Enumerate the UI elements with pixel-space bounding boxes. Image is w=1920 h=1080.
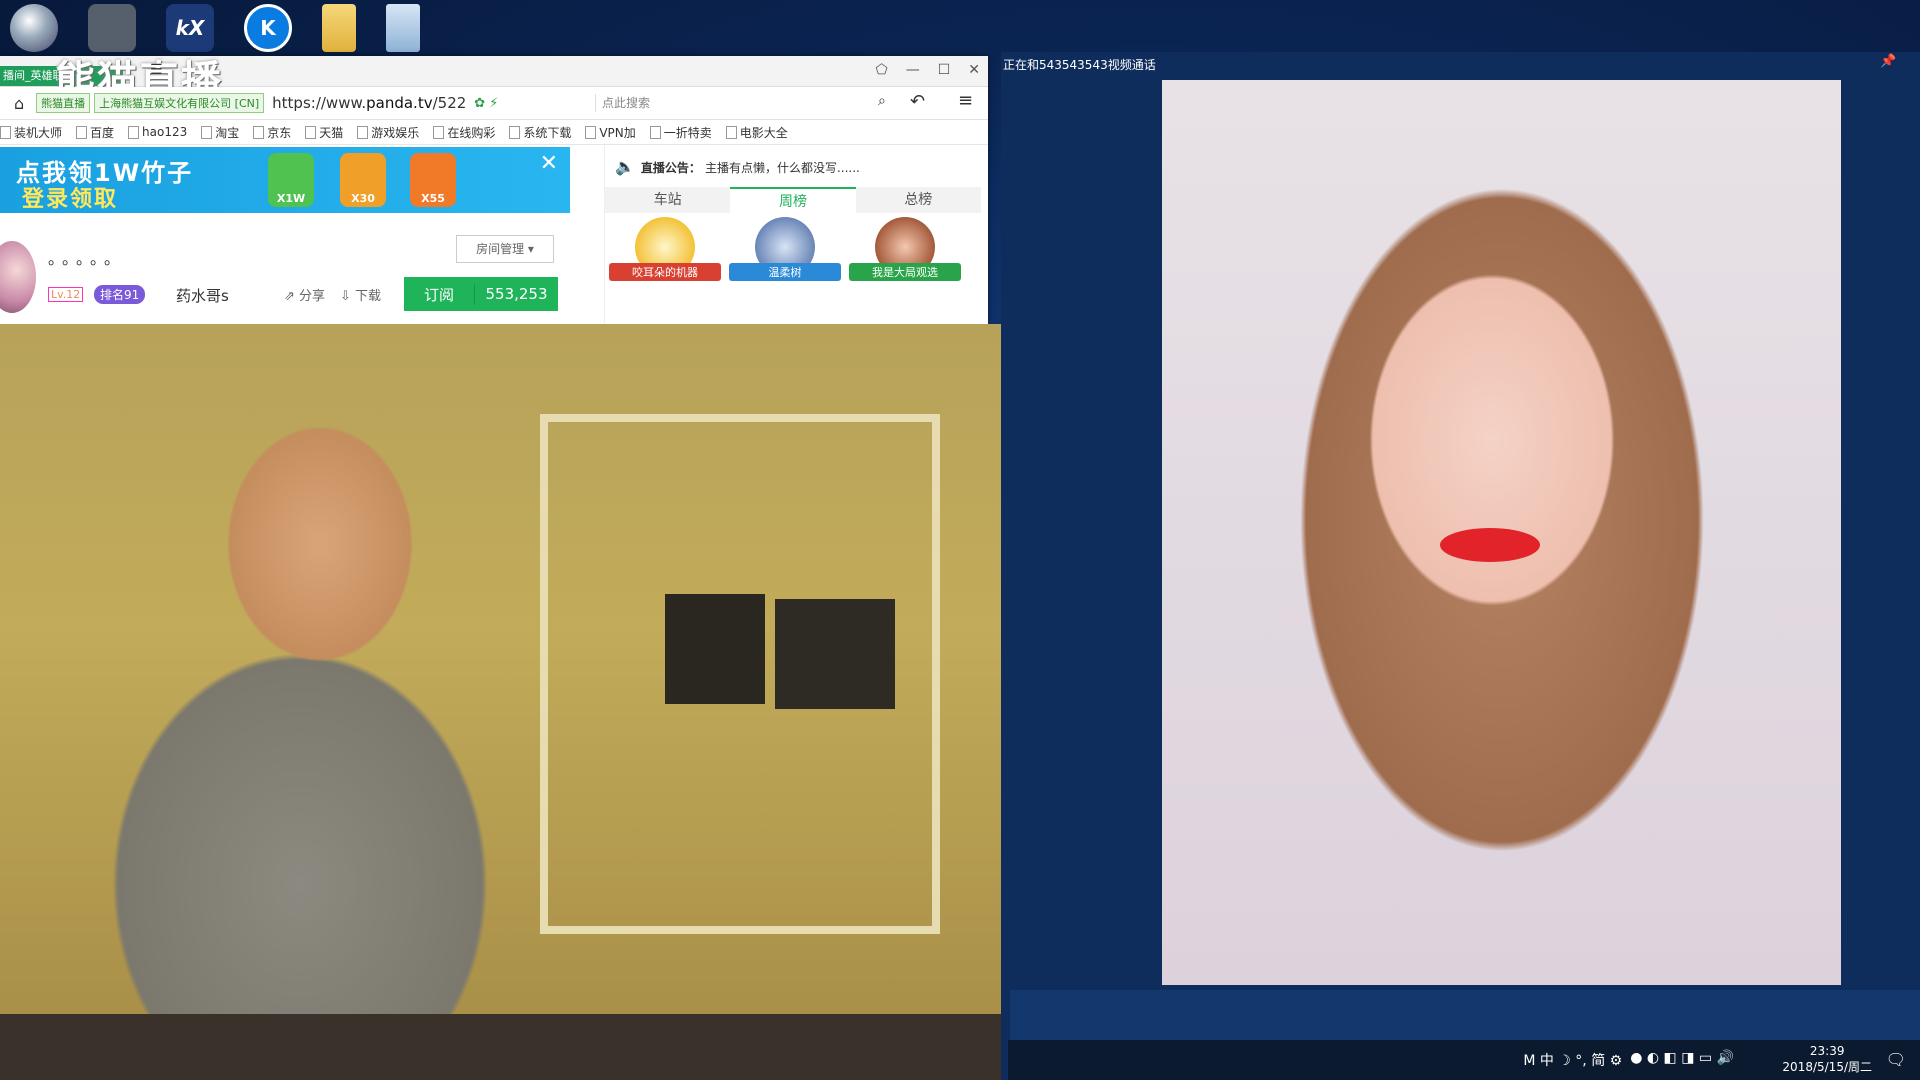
- level-badge: Lv.12: [48, 287, 84, 302]
- prize-tile: X30: [340, 153, 386, 207]
- speaker-box: [665, 594, 765, 704]
- notification-icon[interactable]: 🗨: [1886, 1050, 1906, 1069]
- url-field[interactable]: https://www.panda.tv/522: [272, 94, 466, 112]
- pin-icon[interactable]: 📌: [1880, 54, 1896, 69]
- bookmark[interactable]: 一折特卖: [650, 124, 712, 141]
- banner-line2: 登录领取: [22, 187, 119, 212]
- bookmark[interactable]: VPN加: [585, 124, 635, 141]
- maximize-icon[interactable]: ☐: [938, 62, 951, 78]
- prize-tile: X1W: [268, 153, 314, 207]
- rank-card[interactable]: 咬耳朵的机器: [609, 217, 721, 317]
- bookmark[interactable]: 京东: [253, 124, 291, 141]
- clock[interactable]: 23:39 2018/5/15/周二: [1782, 1043, 1872, 1075]
- address-bar: ⌂ 熊猫直播 上海熊猫互娱文化有限公司 [CN] https://www.pan…: [0, 87, 988, 120]
- rank-name: 咬耳朵的机器: [609, 263, 721, 281]
- refresh-lightning-icon[interactable]: ✿ ⚡: [474, 96, 498, 111]
- bookmark[interactable]: 系统下载: [509, 124, 571, 141]
- desk-edge: [0, 1014, 1008, 1080]
- prize-label: X1W: [276, 192, 306, 205]
- url-domain: panda.tv: [366, 94, 433, 112]
- close-icon[interactable]: ✕: [968, 62, 980, 78]
- rank-name: 我是大局观选: [849, 263, 961, 281]
- tab-station[interactable]: 车站: [605, 187, 730, 213]
- ime-indicator[interactable]: M 中 ☽ °, 简 ⚙: [1523, 1050, 1622, 1070]
- bookmark[interactable]: hao123: [128, 125, 187, 139]
- menu-icon[interactable]: ≡: [958, 90, 973, 111]
- call-toolbar: [1010, 990, 1920, 1040]
- announcement: 🔈 直播公告： 主播有点懒，什么都没写......: [615, 157, 860, 176]
- room-management-label: 房间管理: [476, 242, 525, 256]
- host-name: 药水哥s: [176, 287, 229, 305]
- undo-icon[interactable]: ↶: [910, 91, 925, 112]
- room-management-dropdown[interactable]: 房间管理 ▾: [456, 235, 554, 263]
- window-controls: ⬠ — ☐ ✕: [876, 62, 980, 78]
- minimize-icon[interactable]: —: [906, 62, 920, 78]
- ranking-tabs: 车站 周榜 总榜: [605, 187, 981, 213]
- bookmark[interactable]: 百度: [76, 124, 114, 141]
- monitor-app-icon[interactable]: [88, 4, 136, 52]
- rank-badge[interactable]: 排名91: [94, 285, 146, 304]
- url-path: /522: [432, 94, 467, 112]
- promo-banner[interactable]: 点我领1W竹子 登录领取 X1W X30 X55 ✕: [0, 147, 570, 213]
- streamer-title: 。。。。。: [48, 249, 127, 268]
- system-tray[interactable]: M 中 ☽ °, 简 ⚙ ● ◐ ◧ ◨ ▭ 🔊: [1523, 1050, 1734, 1070]
- rank-card[interactable]: 我是大局观选: [849, 217, 961, 317]
- bookmark[interactable]: 游戏娱乐: [357, 124, 419, 141]
- subscriber-count: 553,253: [485, 285, 548, 303]
- ranking-panel: 🔈 直播公告： 主播有点懒，什么都没写...... 车站 周榜 总榜 咬耳朵的机器 …: [604, 145, 981, 327]
- call-video-detail: [1440, 528, 1540, 562]
- folder-icon[interactable]: [322, 4, 356, 52]
- tab-total[interactable]: 总榜: [856, 187, 981, 213]
- tray-icons[interactable]: ● ◐ ◧ ◨ ▭ 🔊: [1630, 1050, 1734, 1070]
- tab-menu-icon[interactable]: ☰: [150, 62, 163, 78]
- rank-card[interactable]: 温柔树: [729, 217, 841, 317]
- download-label: 下载: [355, 289, 382, 304]
- call-title: 正在和543543543视频通话: [1003, 58, 1156, 72]
- bookmark[interactable]: 天猫: [305, 124, 343, 141]
- download-button[interactable]: ⇩ 下载: [340, 285, 381, 304]
- bookmarks-bar: 装机大师 百度 hao123 淘宝 京东 天猫 游戏娱乐 在线购彩 系统下载 V…: [0, 120, 988, 145]
- announcement-label: 直播公告：: [640, 161, 701, 175]
- avatar[interactable]: [0, 241, 36, 313]
- browser-window: 播间_英雄联盟 熊猫直播 ☰ ⬠ — ☐ ✕ ⌂ 熊猫直播 上海熊猫互娱文化有限…: [0, 56, 988, 327]
- bookmark[interactable]: 电影大全: [726, 124, 788, 141]
- home-icon[interactable]: ⌂: [14, 94, 24, 113]
- share-button[interactable]: ⇗ 分享: [284, 285, 325, 304]
- tab-weekly[interactable]: 周榜: [730, 187, 856, 213]
- search-input[interactable]: 点此搜索: [595, 94, 892, 112]
- page-content: 点我领1W竹子 登录领取 X1W X30 X55 ✕ 。。。。。 房间管理 ▾ …: [0, 145, 988, 327]
- subscribe-button[interactable]: 订阅 553,253: [404, 277, 558, 311]
- subscribe-label: 订阅: [404, 283, 475, 305]
- bookmark[interactable]: 在线购彩: [433, 124, 495, 141]
- kugou-icon[interactable]: K: [244, 4, 292, 52]
- recycle-bin-icon[interactable]: [386, 4, 420, 52]
- skin-icon[interactable]: ⬠: [876, 62, 888, 78]
- bookmark[interactable]: 淘宝: [201, 124, 239, 141]
- speaker-icon: 🔈: [615, 157, 635, 176]
- prize-label: X30: [351, 192, 375, 205]
- clock-time: 23:39: [1809, 1044, 1845, 1058]
- announcement-text: 主播有点懒，什么都没写......: [704, 161, 860, 175]
- streamer-info: 。。。。。 房间管理 ▾ Lv.12 排名91 药水哥s ⇗ 分享 ⇩ 下载 订…: [0, 233, 570, 313]
- search-icon[interactable]: ⌕: [878, 93, 886, 109]
- rank-name: 温柔树: [729, 263, 841, 281]
- prize-tile: X55: [410, 153, 456, 207]
- taskbar: M 中 ☽ °, 简 ⚙ ● ◐ ◧ ◨ ▭ 🔊 23:39 2018/5/15/…: [1008, 1040, 1920, 1080]
- url-prefix: https://www.: [272, 94, 367, 112]
- speaker-box: [775, 599, 895, 709]
- installer-icon[interactable]: [10, 4, 58, 52]
- clock-date: 2018/5/15/周二: [1782, 1060, 1872, 1074]
- site-badge: 熊猫直播: [36, 93, 91, 113]
- certificate-badge[interactable]: 上海熊猫互娱文化有限公司 [CN]: [94, 93, 265, 113]
- prize-label: X55: [421, 192, 445, 205]
- bookmark[interactable]: 装机大师: [0, 124, 62, 141]
- streamer-video[interactable]: [0, 324, 1008, 1080]
- kx-app-icon[interactable]: kX: [166, 4, 214, 52]
- banner-close-icon[interactable]: ✕: [540, 151, 558, 176]
- browser-titlebar: 播间_英雄联盟 熊猫直播 ☰ ⬠ — ☐ ✕: [0, 56, 988, 104]
- share-label: 分享: [299, 289, 326, 304]
